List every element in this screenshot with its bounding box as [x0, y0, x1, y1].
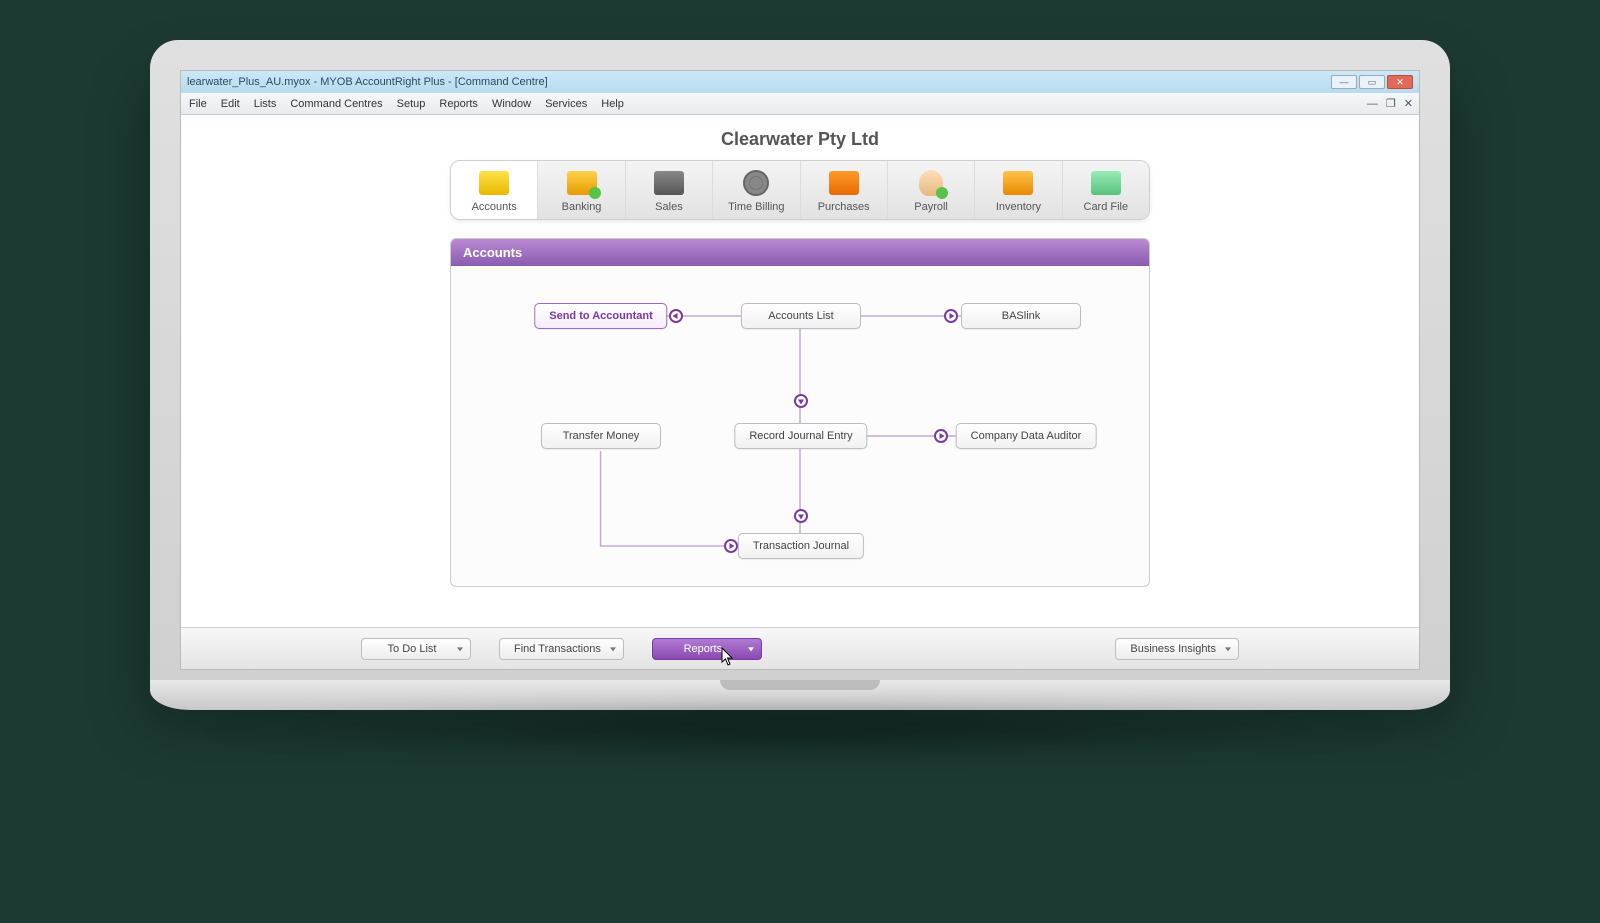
command-centre-toolbar: Accounts Banking Sales Time Billing — [450, 160, 1150, 220]
app-screen: learwater_Plus_AU.myox - MYOB AccountRig… — [180, 70, 1420, 670]
reports-dropdown[interactable]: Reports — [652, 638, 762, 660]
mdi-close-icon[interactable]: ✕ — [1404, 97, 1413, 110]
laptop-shadow — [190, 700, 1410, 760]
business-insights-dropdown[interactable]: Business Insights — [1115, 638, 1239, 660]
panel-header: Accounts — [451, 239, 1149, 266]
close-button[interactable]: ✕ — [1387, 75, 1413, 89]
accounts-panel: Accounts Send to Accountant Accounts Lis… — [450, 238, 1150, 587]
cc-label: Time Billing — [717, 201, 795, 213]
clock-icon — [743, 170, 769, 196]
window-controls: — ▭ ✕ — [1331, 75, 1413, 89]
minimize-button[interactable]: — — [1331, 75, 1357, 89]
node-accounts-list[interactable]: Accounts List — [741, 303, 861, 329]
person-icon — [919, 170, 943, 196]
cc-tab-card-file[interactable]: Card File — [1063, 161, 1149, 219]
cash-register-icon — [654, 171, 684, 195]
cc-tab-inventory[interactable]: Inventory — [975, 161, 1062, 219]
clipboard-icon — [1003, 171, 1033, 195]
arrow-circle-icon — [794, 509, 808, 523]
cc-label: Inventory — [979, 201, 1057, 213]
menu-file[interactable]: File — [189, 98, 207, 110]
cc-label: Accounts — [455, 201, 533, 213]
menu-setup[interactable]: Setup — [397, 98, 426, 110]
menu-services[interactable]: Services — [545, 98, 587, 110]
node-send-to-accountant[interactable]: Send to Accountant — [534, 303, 667, 329]
cc-label: Banking — [542, 201, 620, 213]
todo-list-dropdown[interactable]: To Do List — [361, 638, 471, 660]
cc-label: Card File — [1067, 201, 1145, 213]
node-company-data-auditor[interactable]: Company Data Auditor — [956, 423, 1097, 449]
menu-window[interactable]: Window — [492, 98, 531, 110]
panel-body: Send to Accountant Accounts List BASlink… — [451, 266, 1149, 586]
node-baslink[interactable]: BASlink — [961, 303, 1081, 329]
laptop-bezel: learwater_Plus_AU.myox - MYOB AccountRig… — [150, 40, 1450, 680]
banking-icon — [567, 171, 597, 195]
arrow-circle-icon — [669, 309, 683, 323]
maximize-button[interactable]: ▭ — [1359, 75, 1385, 89]
find-transactions-dropdown[interactable]: Find Transactions — [499, 638, 624, 660]
cc-tab-accounts[interactable]: Accounts — [451, 161, 538, 219]
arrow-circle-icon — [944, 309, 958, 323]
cc-label: Payroll — [892, 201, 970, 213]
menu-lists[interactable]: Lists — [254, 98, 277, 110]
menu-edit[interactable]: Edit — [221, 98, 240, 110]
cc-tab-time-billing[interactable]: Time Billing — [713, 161, 800, 219]
cc-label: Purchases — [805, 201, 883, 213]
menu-help[interactable]: Help — [601, 98, 624, 110]
shopping-bag-icon — [829, 171, 859, 195]
bottom-bar: To Do List Find Transactions Reports Bus… — [181, 627, 1419, 669]
arrow-circle-icon — [934, 429, 948, 443]
cc-label: Sales — [630, 201, 708, 213]
node-transaction-journal[interactable]: Transaction Journal — [738, 533, 864, 559]
mdi-restore-icon[interactable]: ❐ — [1386, 97, 1396, 110]
menu-bar: File Edit Lists Command Centres Setup Re… — [181, 93, 1419, 115]
menu-command-centres[interactable]: Command Centres — [290, 98, 382, 110]
card-file-icon — [1091, 171, 1121, 195]
laptop-frame: learwater_Plus_AU.myox - MYOB AccountRig… — [150, 40, 1450, 760]
company-title: Clearwater Pty Ltd — [181, 129, 1419, 150]
cc-tab-sales[interactable]: Sales — [626, 161, 713, 219]
cc-tab-purchases[interactable]: Purchases — [801, 161, 888, 219]
mdi-minimize-icon[interactable]: — — [1367, 98, 1378, 110]
node-transfer-money[interactable]: Transfer Money — [541, 423, 661, 449]
arrow-circle-icon — [794, 394, 808, 408]
menu-reports[interactable]: Reports — [439, 98, 478, 110]
cc-tab-banking[interactable]: Banking — [538, 161, 625, 219]
node-record-journal-entry[interactable]: Record Journal Entry — [734, 423, 867, 449]
active-tab-indicator-icon — [491, 219, 507, 220]
folder-icon — [479, 171, 509, 195]
window-titlebar: learwater_Plus_AU.myox - MYOB AccountRig… — [181, 71, 1419, 93]
cc-tab-payroll[interactable]: Payroll — [888, 161, 975, 219]
arrow-circle-icon — [724, 539, 738, 553]
window-title: learwater_Plus_AU.myox - MYOB AccountRig… — [187, 76, 548, 88]
